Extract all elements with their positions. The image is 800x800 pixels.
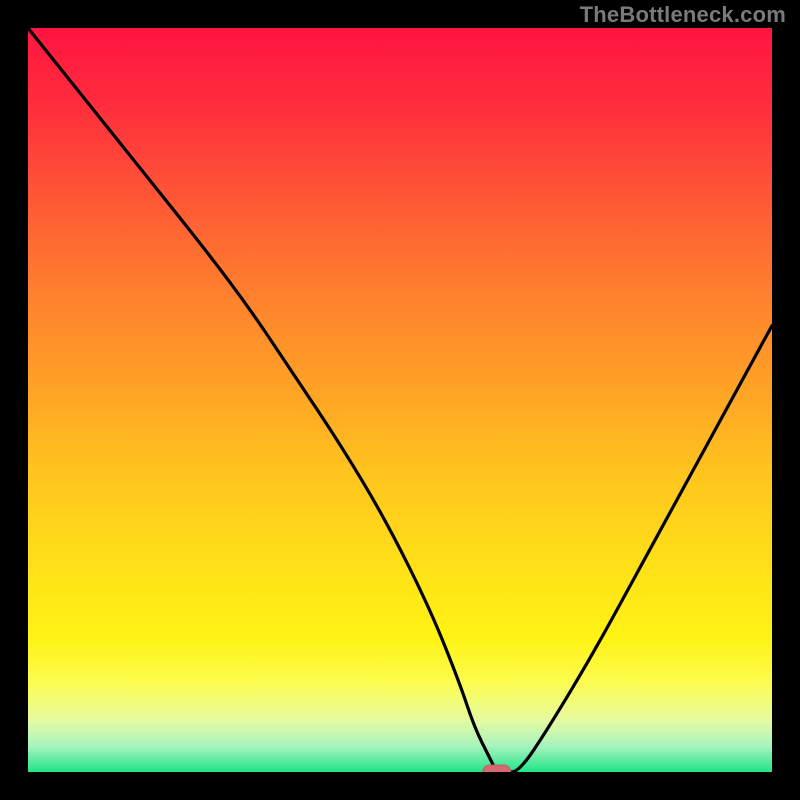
plot-area: [14, 14, 786, 786]
chart-frame: TheBottleneck.com: [0, 0, 800, 800]
gradient-bg: [28, 28, 772, 772]
watermark-text: TheBottleneck.com: [580, 2, 786, 28]
chart-svg: [0, 0, 800, 800]
